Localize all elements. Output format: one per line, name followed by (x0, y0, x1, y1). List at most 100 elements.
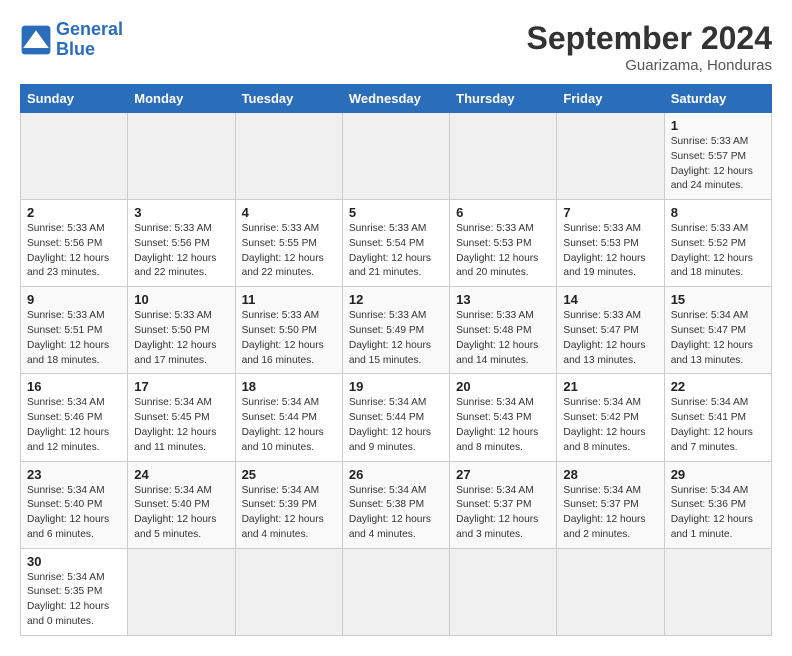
calendar-day-cell: 27 Sunrise: 5:34 AMSunset: 5:37 PMDayligh… (450, 461, 557, 548)
day-number: 21 (563, 379, 657, 394)
day-number: 15 (671, 292, 765, 307)
calendar-day-cell: 29 Sunrise: 5:34 AMSunset: 5:36 PMDayligh… (664, 461, 771, 548)
day-info: Sunrise: 5:33 AMSunset: 5:51 PMDaylight:… (27, 309, 121, 368)
calendar-day-cell: 3 Sunrise: 5:33 AMSunset: 5:56 PMDaylight… (128, 200, 235, 287)
day-number: 17 (134, 379, 228, 394)
day-number: 22 (671, 379, 765, 394)
calendar-day-cell: 23 Sunrise: 5:34 AMSunset: 5:40 PMDayligh… (21, 461, 128, 548)
calendar-day-cell: 10Sunrise: 5:33 AMSunset: 5:50 PMDayligh… (128, 287, 235, 374)
calendar-day-cell: 28Sunrise: 5:34 AMSunset: 5:37 PMDayligh… (557, 461, 664, 548)
day-of-week-header: Tuesday (235, 85, 342, 113)
day-info: Sunrise: 5:33 AMSunset: 5:50 PMDaylight:… (242, 309, 336, 368)
location-subtitle: Guarizama, Honduras (527, 57, 772, 74)
day-number: 13 (456, 292, 550, 307)
calendar-day-cell (235, 548, 342, 635)
day-number: 1 (671, 118, 765, 133)
calendar-day-cell: 18Sunrise: 5:34 AMSunset: 5:44 PMDayligh… (235, 374, 342, 461)
calendar-day-cell (128, 548, 235, 635)
calendar-day-cell (342, 113, 449, 200)
day-number: 10 (134, 292, 228, 307)
day-info: Sunrise: 5:34 AMSunset: 5:38 PMDaylight:… (349, 484, 443, 543)
calendar-day-cell (450, 113, 557, 200)
day-info: Sunrise: 5:34 AMSunset: 5:37 PMDaylight:… (456, 484, 550, 543)
day-info: Sunrise: 5:34 AMSunset: 5:40 PMDaylight:… (27, 484, 121, 543)
day-number: 29 (671, 467, 765, 482)
day-number: 4 (242, 205, 336, 220)
calendar-day-cell (128, 113, 235, 200)
day-info: Sunrise: 5:33 AMSunset: 5:49 PMDaylight:… (349, 309, 443, 368)
day-number: 9 (27, 292, 121, 307)
calendar-day-cell: 15Sunrise: 5:34 AMSunset: 5:47 PMDayligh… (664, 287, 771, 374)
calendar-week-row: 9 Sunrise: 5:33 AMSunset: 5:51 PMDaylight… (21, 287, 772, 374)
calendar-day-cell: 9 Sunrise: 5:33 AMSunset: 5:51 PMDaylight… (21, 287, 128, 374)
logo-icon (20, 24, 52, 56)
day-info: Sunrise: 5:34 AMSunset: 5:42 PMDaylight:… (563, 396, 657, 455)
day-number: 26 (349, 467, 443, 482)
day-of-week-header: Wednesday (342, 85, 449, 113)
day-number: 25 (242, 467, 336, 482)
day-number: 18 (242, 379, 336, 394)
day-number: 16 (27, 379, 121, 394)
calendar-week-row: 1 Sunrise: 5:33 AMSunset: 5:57 PMDaylight… (21, 113, 772, 200)
day-info: Sunrise: 5:34 AMSunset: 5:35 PMDaylight:… (27, 571, 121, 630)
calendar-day-cell: 22 Sunrise: 5:34 AMSunset: 5:41 PMDayligh… (664, 374, 771, 461)
calendar-week-row: 23 Sunrise: 5:34 AMSunset: 5:40 PMDayligh… (21, 461, 772, 548)
day-info: Sunrise: 5:34 AMSunset: 5:41 PMDaylight:… (671, 396, 765, 455)
calendar-day-cell: 24Sunrise: 5:34 AMSunset: 5:40 PMDayligh… (128, 461, 235, 548)
day-info: Sunrise: 5:33 AMSunset: 5:57 PMDaylight:… (671, 135, 765, 194)
day-number: 14 (563, 292, 657, 307)
day-info: Sunrise: 5:33 AMSunset: 5:53 PMDaylight:… (563, 222, 657, 281)
day-info: Sunrise: 5:34 AMSunset: 5:45 PMDaylight:… (134, 396, 228, 455)
calendar-header-row: SundayMondayTuesdayWednesdayThursdayFrid… (21, 85, 772, 113)
day-number: 24 (134, 467, 228, 482)
day-of-week-header: Friday (557, 85, 664, 113)
page-header: General Blue September 2024 Guarizama, H… (20, 20, 772, 74)
day-number: 30 (27, 554, 121, 569)
calendar-week-row: 2Sunrise: 5:33 AMSunset: 5:56 PMDaylight… (21, 200, 772, 287)
day-info: Sunrise: 5:33 AMSunset: 5:56 PMDaylight:… (134, 222, 228, 281)
day-number: 6 (456, 205, 550, 220)
day-of-week-header: Monday (128, 85, 235, 113)
calendar-day-cell: 13 Sunrise: 5:33 AMSunset: 5:48 PMDayligh… (450, 287, 557, 374)
day-number: 20 (456, 379, 550, 394)
calendar-day-cell: 25 Sunrise: 5:34 AMSunset: 5:39 PMDayligh… (235, 461, 342, 548)
calendar-day-cell: 19Sunrise: 5:34 AMSunset: 5:44 PMDayligh… (342, 374, 449, 461)
day-number: 3 (134, 205, 228, 220)
calendar-day-cell: 7Sunrise: 5:33 AMSunset: 5:53 PMDaylight… (557, 200, 664, 287)
day-of-week-header: Saturday (664, 85, 771, 113)
calendar-day-cell (342, 548, 449, 635)
logo: General Blue (20, 20, 123, 60)
month-title: September 2024 (527, 20, 772, 57)
calendar-table: SundayMondayTuesdayWednesdayThursdayFrid… (20, 84, 772, 636)
calendar-day-cell: 5 Sunrise: 5:33 AMSunset: 5:54 PMDaylight… (342, 200, 449, 287)
day-info: Sunrise: 5:33 AMSunset: 5:54 PMDaylight:… (349, 222, 443, 281)
day-info: Sunrise: 5:33 AMSunset: 5:56 PMDaylight:… (27, 222, 121, 281)
calendar-day-cell: 2Sunrise: 5:33 AMSunset: 5:56 PMDaylight… (21, 200, 128, 287)
day-info: Sunrise: 5:34 AMSunset: 5:36 PMDaylight:… (671, 484, 765, 543)
day-info: Sunrise: 5:33 AMSunset: 5:48 PMDaylight:… (456, 309, 550, 368)
day-info: Sunrise: 5:33 AMSunset: 5:47 PMDaylight:… (563, 309, 657, 368)
calendar-day-cell: 26 Sunrise: 5:34 AMSunset: 5:38 PMDayligh… (342, 461, 449, 548)
day-info: Sunrise: 5:34 AMSunset: 5:39 PMDaylight:… (242, 484, 336, 543)
day-number: 23 (27, 467, 121, 482)
calendar-day-cell (557, 548, 664, 635)
day-number: 19 (349, 379, 443, 394)
day-of-week-header: Thursday (450, 85, 557, 113)
day-number: 12 (349, 292, 443, 307)
calendar-day-cell: 30 Sunrise: 5:34 AMSunset: 5:35 PMDayligh… (21, 548, 128, 635)
calendar-day-cell: 14 Sunrise: 5:33 AMSunset: 5:47 PMDayligh… (557, 287, 664, 374)
calendar-day-cell: 6Sunrise: 5:33 AMSunset: 5:53 PMDaylight… (450, 200, 557, 287)
day-number: 27 (456, 467, 550, 482)
calendar-week-row: 30 Sunrise: 5:34 AMSunset: 5:35 PMDayligh… (21, 548, 772, 635)
calendar-day-cell: 17 Sunrise: 5:34 AMSunset: 5:45 PMDayligh… (128, 374, 235, 461)
calendar-day-cell: 11Sunrise: 5:33 AMSunset: 5:50 PMDayligh… (235, 287, 342, 374)
day-info: Sunrise: 5:34 AMSunset: 5:46 PMDaylight:… (27, 396, 121, 455)
logo-text: General Blue (56, 20, 123, 60)
calendar-day-cell (450, 548, 557, 635)
calendar-day-cell: 20 Sunrise: 5:34 AMSunset: 5:43 PMDayligh… (450, 374, 557, 461)
day-info: Sunrise: 5:34 AMSunset: 5:43 PMDaylight:… (456, 396, 550, 455)
day-number: 28 (563, 467, 657, 482)
day-number: 8 (671, 205, 765, 220)
calendar-day-cell (557, 113, 664, 200)
day-number: 5 (349, 205, 443, 220)
